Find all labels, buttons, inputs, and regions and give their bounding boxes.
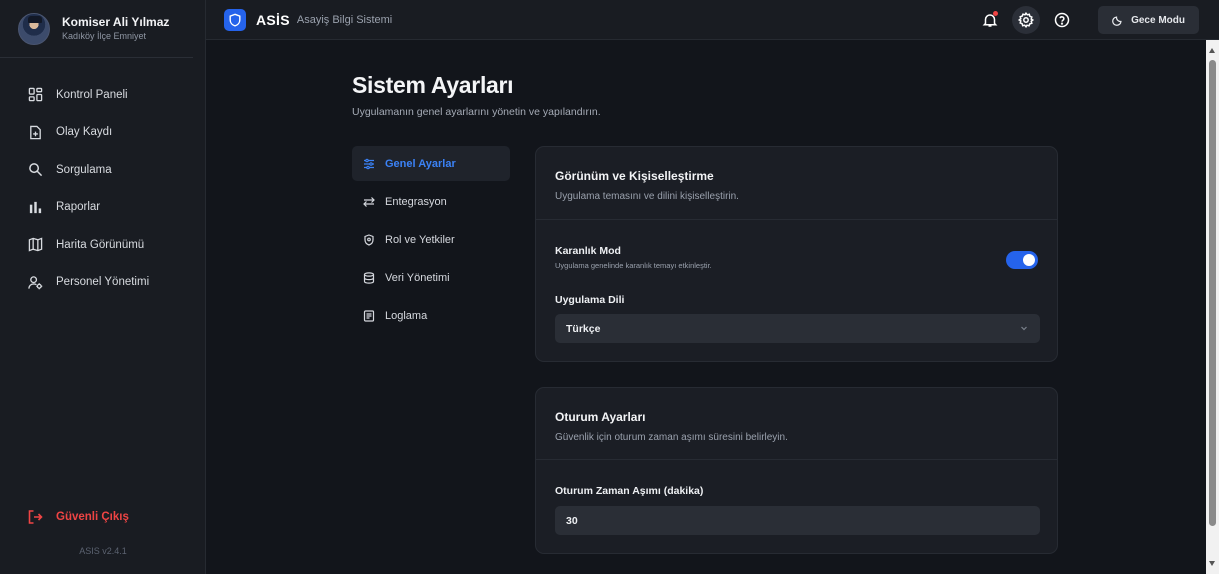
card-title: Oturum Ayarları: [555, 410, 646, 424]
map-icon: [27, 237, 43, 253]
scroll-down-arrow-icon[interactable]: [1209, 561, 1215, 566]
sidebar-item-label: Raporlar: [56, 201, 101, 214]
arrows-swap-icon: [363, 196, 375, 208]
sidebar-item-kontrol-paneli[interactable]: Kontrol Paneli: [0, 76, 205, 114]
card-divider: [536, 219, 1057, 220]
settings-tab-label: Veri Yönetimi: [385, 271, 450, 284]
page-scrollbar[interactable]: [1206, 40, 1219, 574]
session-timeout-label: Oturum Zaman Aşımı (dakika): [555, 485, 704, 497]
settings-tab-genel-ayarlar[interactable]: Genel Ayarlar: [352, 146, 510, 181]
scroll-thumb[interactable]: [1209, 60, 1216, 526]
database-icon: [363, 271, 375, 284]
brand-subtitle: Asayiş Bilgi Sistemi: [296, 13, 393, 26]
settings-button[interactable]: [1012, 6, 1041, 34]
sidebar-item-personel-yonetimi[interactable]: Personel Yönetimi: [0, 264, 205, 302]
session-card: Oturum Ayarları Güvenlik için oturum zam…: [535, 387, 1058, 554]
chevron-down-icon: [1021, 326, 1027, 331]
shield-logo-icon: [224, 8, 246, 31]
settings-tab-label: Rol ve Yetkiler: [385, 233, 455, 246]
logout-label: Güvenli Çıkış: [56, 511, 129, 523]
page-subtitle: Uygulamanın genel ayarlarını yönetin ve …: [352, 106, 601, 118]
night-mode-label: Gece Modu: [1131, 14, 1185, 26]
appearance-card: Görünüm ve Kişiselleştirme Uygulama tema…: [535, 146, 1058, 362]
sidebar-item-raporlar[interactable]: Raporlar: [0, 189, 205, 227]
user-unit: Kadıköy İlçe Emniyet: [62, 31, 147, 41]
settings-tab-label: Entegrasyon: [385, 195, 447, 208]
sidebar-item-sorgulama[interactable]: Sorgulama: [0, 151, 205, 189]
user-name: Komiser Ali Yılmaz: [62, 15, 170, 29]
file-plus-icon: [27, 124, 43, 140]
help-button[interactable]: [1048, 6, 1076, 34]
sliders-icon: [363, 158, 375, 170]
dark-mode-help: Uygulama genelinde karanlık temayı etkin…: [555, 261, 712, 270]
top-bar: ASİS Asayiş Bilgi Sistemi Gece Modu: [206, 0, 1219, 40]
user-profile[interactable]: Komiser Ali Yılmaz Kadıköy İlçe Emniyet: [0, 0, 193, 58]
brand-name: ASİS: [256, 11, 290, 28]
log-list-icon: [363, 309, 375, 322]
users-cog-icon: [27, 274, 43, 290]
card-title: Görünüm ve Kişiselleştirme: [555, 169, 714, 183]
help-icon: [1054, 12, 1070, 28]
avatar: [18, 12, 50, 45]
logout-icon: [27, 509, 43, 525]
card-description: Uygulama temasını ve dilini kişiselleşti…: [555, 191, 739, 202]
sidebar-item-label: Kontrol Paneli: [56, 88, 128, 101]
sidebar-nav: Kontrol Paneli Olay Kaydı Sorgulama Rapo…: [0, 58, 205, 301]
sidebar-item-olay-kaydi[interactable]: Olay Kaydı: [0, 114, 205, 152]
card-description: Güvenlik için oturum zaman aşımı süresin…: [555, 432, 788, 443]
language-select-value: Türkçe: [566, 322, 601, 335]
settings-nav: Genel Ayarlar Entegrasyon Rol ve Yetkile…: [352, 146, 510, 336]
sidebar-item-label: Harita Görünümü: [56, 238, 145, 251]
notifications-button[interactable]: [976, 6, 1004, 34]
session-timeout-input[interactable]: 30: [555, 506, 1040, 535]
settings-tab-label: Genel Ayarlar: [385, 157, 456, 170]
sidebar-item-label: Olay Kaydı: [56, 126, 113, 139]
settings-tab-rol-ve-yetkiler[interactable]: Rol ve Yetkiler: [352, 222, 510, 257]
language-label: Uygulama Dili: [555, 294, 625, 306]
language-select[interactable]: Türkçe: [555, 314, 1040, 343]
search-icon: [27, 162, 43, 178]
moon-icon: [1112, 15, 1122, 26]
logout-button[interactable]: Güvenli Çıkış: [27, 509, 129, 525]
night-mode-button[interactable]: Gece Modu: [1098, 6, 1199, 34]
bar-chart-icon: [27, 199, 43, 215]
dark-mode-toggle[interactable]: [1006, 251, 1038, 269]
settings-tab-entegrasyon[interactable]: Entegrasyon: [352, 184, 510, 219]
page-title: Sistem Ayarları: [352, 72, 514, 98]
scroll-up-arrow-icon[interactable]: [1209, 48, 1215, 53]
settings-tab-label: Loglama: [385, 309, 428, 322]
sidebar-item-harita-gorunumu[interactable]: Harita Görünümü: [0, 226, 205, 264]
settings-tab-veri-yonetimi[interactable]: Veri Yönetimi: [352, 260, 510, 295]
session-timeout-value: 30: [566, 514, 578, 527]
sidebar-item-label: Personel Yönetimi: [56, 276, 150, 289]
gear-icon: [1018, 12, 1035, 28]
app-version: ASIS v2.4.1: [79, 546, 127, 556]
sidebar: Komiser Ali Yılmaz Kadıköy İlçe Emniyet …: [0, 0, 206, 574]
card-divider: [536, 459, 1057, 460]
shield-icon: [363, 233, 375, 246]
sidebar-item-label: Sorgulama: [56, 163, 112, 176]
dashboard-icon: [27, 87, 43, 103]
settings-tab-loglama[interactable]: Loglama: [352, 298, 510, 333]
dark-mode-label: Karanlık Mod: [555, 245, 621, 257]
